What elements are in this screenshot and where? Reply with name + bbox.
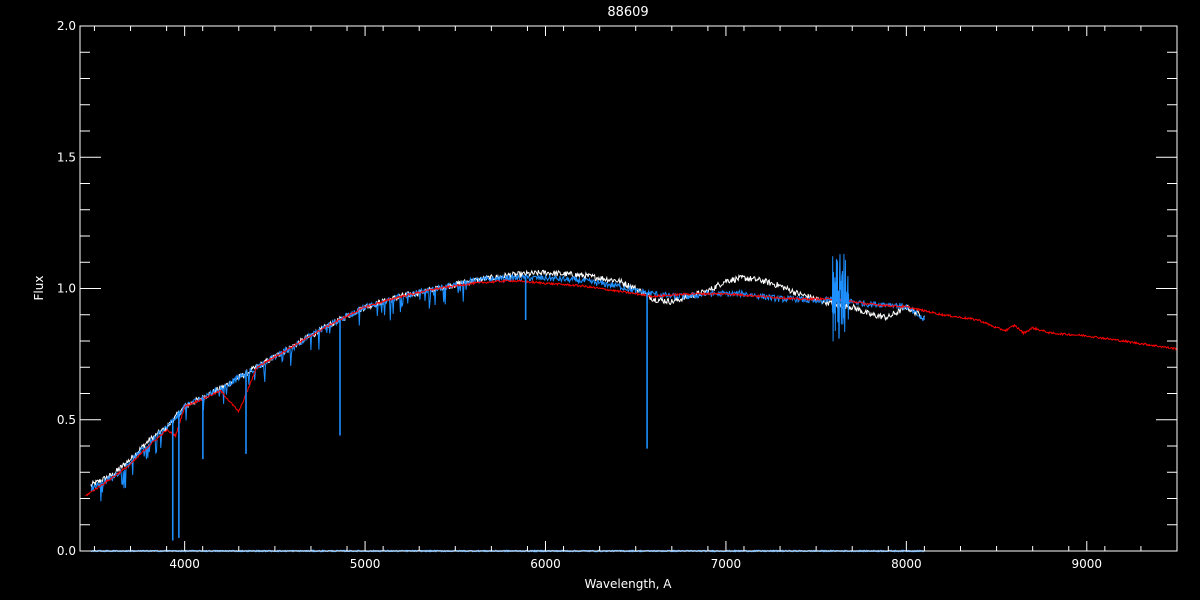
x-tick-label: 8000 [891,557,922,571]
y-axis-label: Flux [32,276,46,301]
x-axis-label: Wavelength, A [584,577,672,591]
spectrum-chart: 4000 5000 6000 7000 8000 9000 0.0 0.5 1.0 1.5 2.0… [0,0,1200,600]
x-tick-label: 4000 [169,557,200,571]
y-tick-label: 0.5 [57,413,76,427]
y-tick-label: 1.5 [57,150,76,164]
x-tick-label: 7000 [711,557,742,571]
x-tick-label: 9000 [1072,557,1103,571]
y-tick-label: 2.0 [57,19,76,33]
y-tick-label: 0.0 [57,544,76,558]
y-tick-label: 1.0 [57,282,76,296]
x-tick-label: 5000 [350,557,381,571]
x-tick-label: 6000 [530,557,561,571]
chart-background [0,0,1200,600]
chart-title: 88609 [607,5,648,20]
